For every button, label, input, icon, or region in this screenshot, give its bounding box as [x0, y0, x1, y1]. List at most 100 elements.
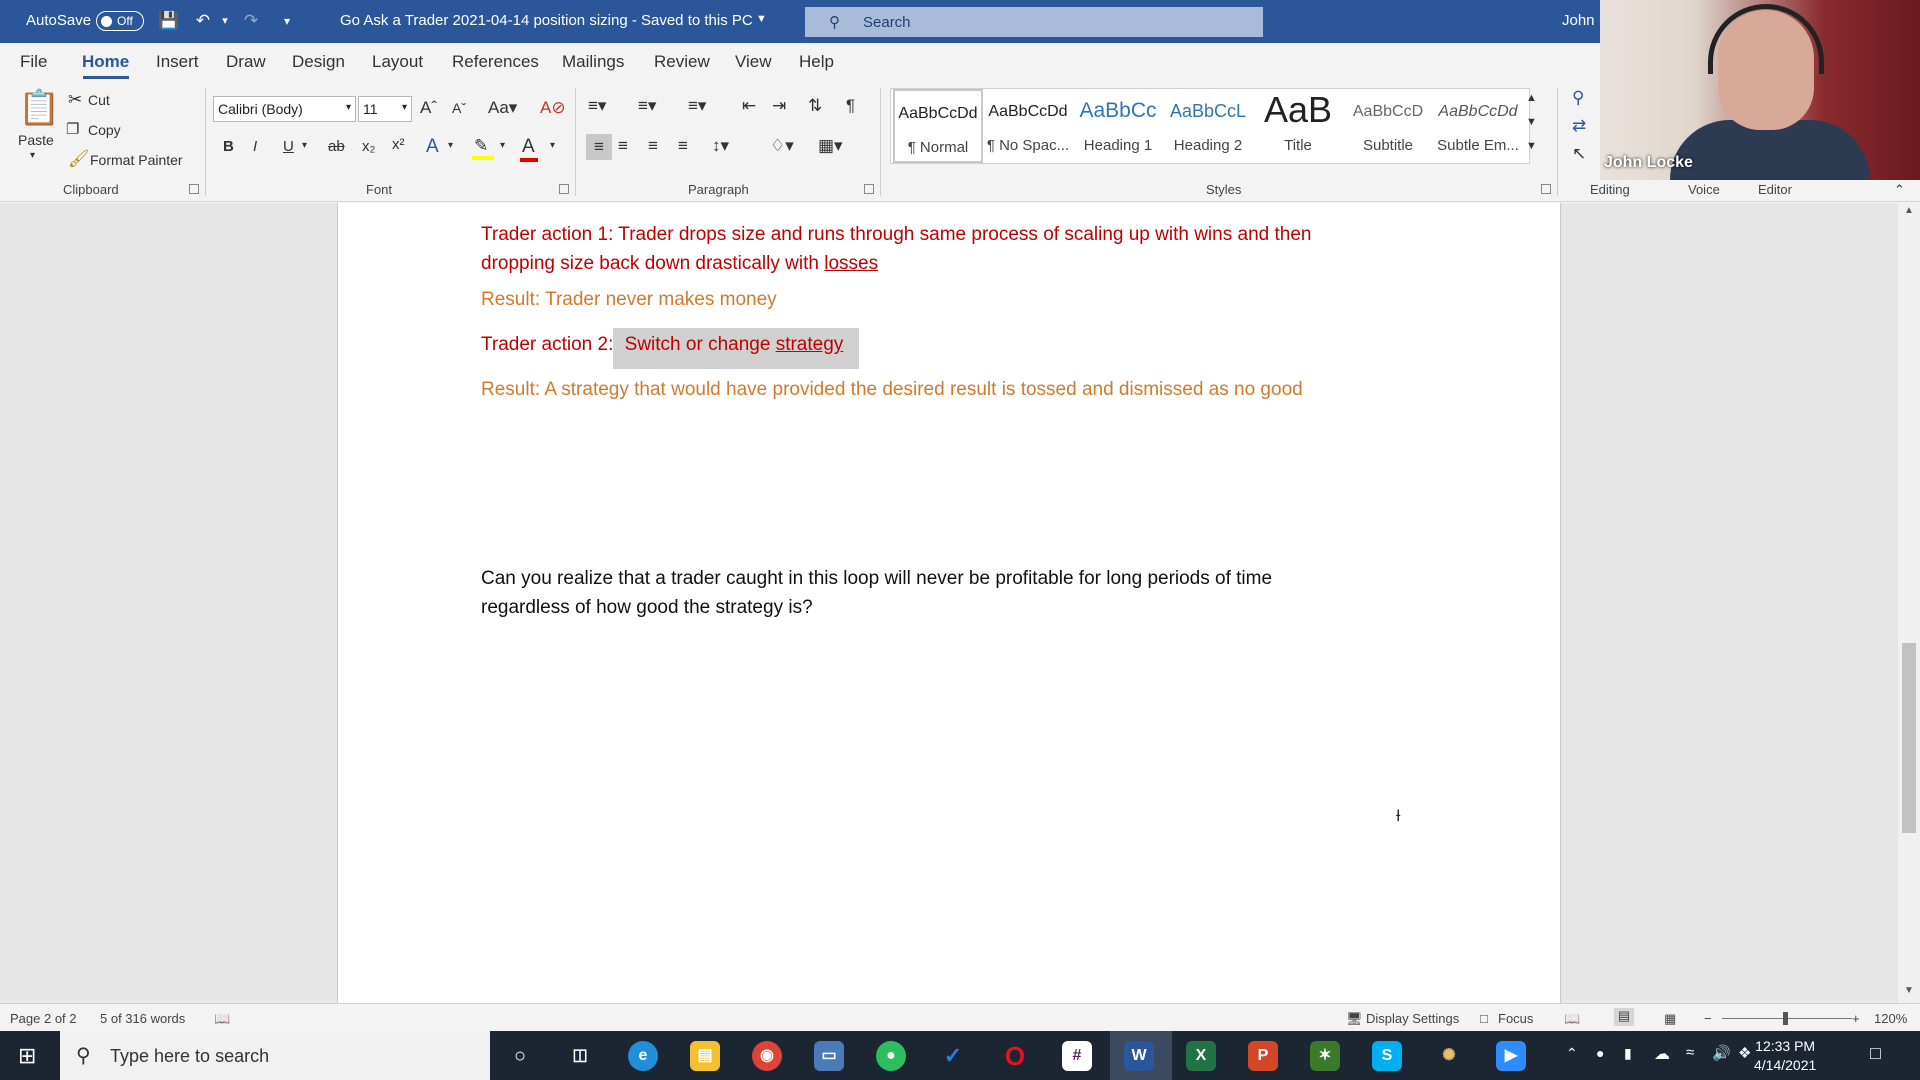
cortana-icon[interactable]: ○	[505, 1041, 535, 1071]
excel-icon[interactable]: X	[1186, 1041, 1216, 1071]
customize-toolbar-icon[interactable]: ▾	[276, 10, 298, 32]
autosave-toggle[interactable]: Off	[96, 11, 144, 31]
onedrive-icon[interactable]: ☁	[1654, 1044, 1670, 1064]
style-subtitle[interactable]: AaBbCcD Subtitle	[1343, 89, 1433, 163]
focus-icon[interactable]: □	[1480, 1011, 1488, 1026]
paste-icon[interactable]: 📋	[18, 88, 60, 132]
styles-scroll-down-icon[interactable]: ▼	[1526, 116, 1537, 128]
bullets-icon[interactable]: ≡▾	[588, 96, 606, 116]
volume-icon[interactable]: 🔊	[1712, 1044, 1731, 1062]
scroll-thumb[interactable]	[1902, 643, 1916, 833]
highlight-color-icon[interactable]: ✎	[472, 136, 494, 160]
paste-label[interactable]: Paste	[18, 132, 54, 148]
app-star-icon[interactable]: ✺	[1434, 1041, 1464, 1071]
search-box[interactable]: ⚲ Search	[805, 7, 1263, 37]
todo-icon[interactable]: ✓	[938, 1041, 968, 1071]
font-size-select[interactable]: 11 ▾	[358, 96, 412, 122]
powerpoint-icon[interactable]: P	[1248, 1041, 1278, 1071]
styles-more-icon[interactable]: ▼	[1526, 140, 1537, 152]
undo-dropdown-icon[interactable]: ▾	[214, 10, 236, 32]
numbering-icon[interactable]: ≡▾	[638, 96, 656, 116]
undo-icon[interactable]: ↶	[192, 10, 214, 32]
change-case-icon[interactable]: Aa▾	[488, 98, 517, 118]
copy-button[interactable]: Copy	[88, 122, 121, 138]
italic-icon[interactable]: I	[253, 138, 257, 155]
tab-mailings[interactable]: Mailings	[562, 52, 624, 72]
multilevel-list-icon[interactable]: ≡▾	[688, 96, 706, 116]
dropbox-icon[interactable]: ❖	[1738, 1044, 1751, 1062]
task-view-icon[interactable]: ◫	[565, 1041, 595, 1071]
evernote-icon[interactable]: ●	[876, 1041, 906, 1071]
replace-icon[interactable]: ⇄	[1572, 116, 1586, 136]
line-spacing-icon[interactable]: ↕▾	[712, 136, 729, 156]
bold-icon[interactable]: B	[223, 138, 234, 155]
show-formatting-marks-icon[interactable]: ¶	[846, 96, 855, 116]
tab-home[interactable]: Home	[82, 52, 129, 72]
clear-formatting-icon[interactable]: A⊘	[540, 98, 566, 118]
strikethrough-icon[interactable]: ab	[328, 138, 345, 155]
system-clock[interactable]: 12:33 PM 4/14/2021	[1754, 1037, 1816, 1075]
read-mode-icon[interactable]: 📖	[1564, 1011, 1580, 1027]
zoom-level[interactable]: 120%	[1874, 1011, 1907, 1026]
trading-app-icon[interactable]: ✶	[1310, 1041, 1340, 1071]
save-icon[interactable]: 💾	[158, 10, 180, 32]
tab-review[interactable]: Review	[654, 52, 710, 72]
battery-icon[interactable]: ▮	[1624, 1045, 1632, 1062]
font-family-select[interactable]: Calibri (Body) ▾	[213, 96, 356, 122]
align-center-icon[interactable]: ≡	[618, 136, 628, 156]
tab-layout[interactable]: Layout	[372, 52, 423, 72]
chrome-icon[interactable]: ◉	[752, 1041, 782, 1071]
tab-references[interactable]: References	[452, 52, 539, 72]
decrease-indent-icon[interactable]: ⇤	[742, 96, 756, 116]
styles-launcher-icon[interactable]	[1541, 184, 1551, 194]
cut-button[interactable]: Cut	[88, 92, 110, 108]
paragraph-launcher-icon[interactable]	[864, 184, 874, 194]
zoom-in-icon[interactable]: +	[1852, 1011, 1860, 1026]
title-dropdown-icon[interactable]: ▼	[756, 13, 767, 25]
text-effects-dropdown-icon[interactable]: ▾	[448, 140, 453, 151]
clipboard-launcher-icon[interactable]	[189, 184, 199, 194]
show-hidden-icons-icon[interactable]: ⌃	[1566, 1045, 1578, 1062]
slack-icon[interactable]: #	[1062, 1041, 1092, 1071]
style-heading-1[interactable]: AaBbCc Heading 1	[1073, 89, 1163, 163]
word-icon[interactable]: W	[1124, 1041, 1154, 1071]
align-left-icon[interactable]: ≡	[586, 134, 612, 160]
text-effects-icon[interactable]: A	[426, 136, 439, 158]
focus-button[interactable]: Focus	[1498, 1011, 1533, 1026]
cut-icon[interactable]: ✂	[68, 90, 82, 110]
file-explorer-icon[interactable]: ▤	[690, 1041, 720, 1071]
zoom-slider-thumb[interactable]	[1783, 1012, 1788, 1025]
subscript-icon[interactable]: x₂	[362, 138, 375, 155]
web-layout-icon[interactable]: ▦	[1664, 1011, 1676, 1027]
taskbar-search[interactable]: ⚲ Type here to search	[60, 1031, 490, 1080]
style-subtle-emphasis[interactable]: AaBbCcDd Subtle Em...	[1433, 89, 1523, 163]
notifications-icon[interactable]: □	[1870, 1043, 1881, 1064]
style-title[interactable]: AaB Title	[1253, 89, 1343, 163]
wifi-icon[interactable]: ≈	[1686, 1044, 1694, 1061]
borders-icon[interactable]: ▦▾	[818, 136, 843, 156]
font-color-dropdown-icon[interactable]: ▾	[550, 140, 555, 151]
copy-icon[interactable]: ❐	[66, 120, 79, 138]
scroll-up-icon[interactable]: ▲	[1904, 205, 1914, 216]
scroll-down-icon[interactable]: ▼	[1904, 985, 1914, 996]
app-icon[interactable]: ▭	[814, 1041, 844, 1071]
tab-help[interactable]: Help	[799, 52, 834, 72]
tab-file[interactable]: File	[20, 52, 47, 72]
select-icon[interactable]: ↖	[1572, 144, 1586, 164]
style-heading-2[interactable]: AaBbCcL Heading 2	[1163, 89, 1253, 163]
tab-view[interactable]: View	[735, 52, 772, 72]
sort-icon[interactable]: ⇅	[808, 96, 822, 116]
styles-scroll-up-icon[interactable]: ▲	[1526, 92, 1537, 104]
justify-icon[interactable]: ≡	[678, 136, 688, 156]
tab-insert[interactable]: Insert	[156, 52, 199, 72]
word-count[interactable]: 5 of 316 words	[100, 1011, 185, 1026]
highlight-dropdown-icon[interactable]: ▾	[500, 140, 505, 151]
grow-font-icon[interactable]: Aˆ	[420, 98, 437, 118]
zoom-out-icon[interactable]: −	[1704, 1011, 1712, 1026]
underline-dropdown-icon[interactable]: ▾	[302, 140, 307, 151]
find-icon[interactable]: ⚲	[1572, 88, 1584, 108]
skype-icon[interactable]: S	[1372, 1041, 1402, 1071]
increase-indent-icon[interactable]: ⇥	[772, 96, 786, 116]
display-settings-icon[interactable]: 🖥	[1346, 1011, 1363, 1027]
document-title[interactable]: Go Ask a Trader 2021-04-14 position sizi…	[340, 12, 753, 29]
